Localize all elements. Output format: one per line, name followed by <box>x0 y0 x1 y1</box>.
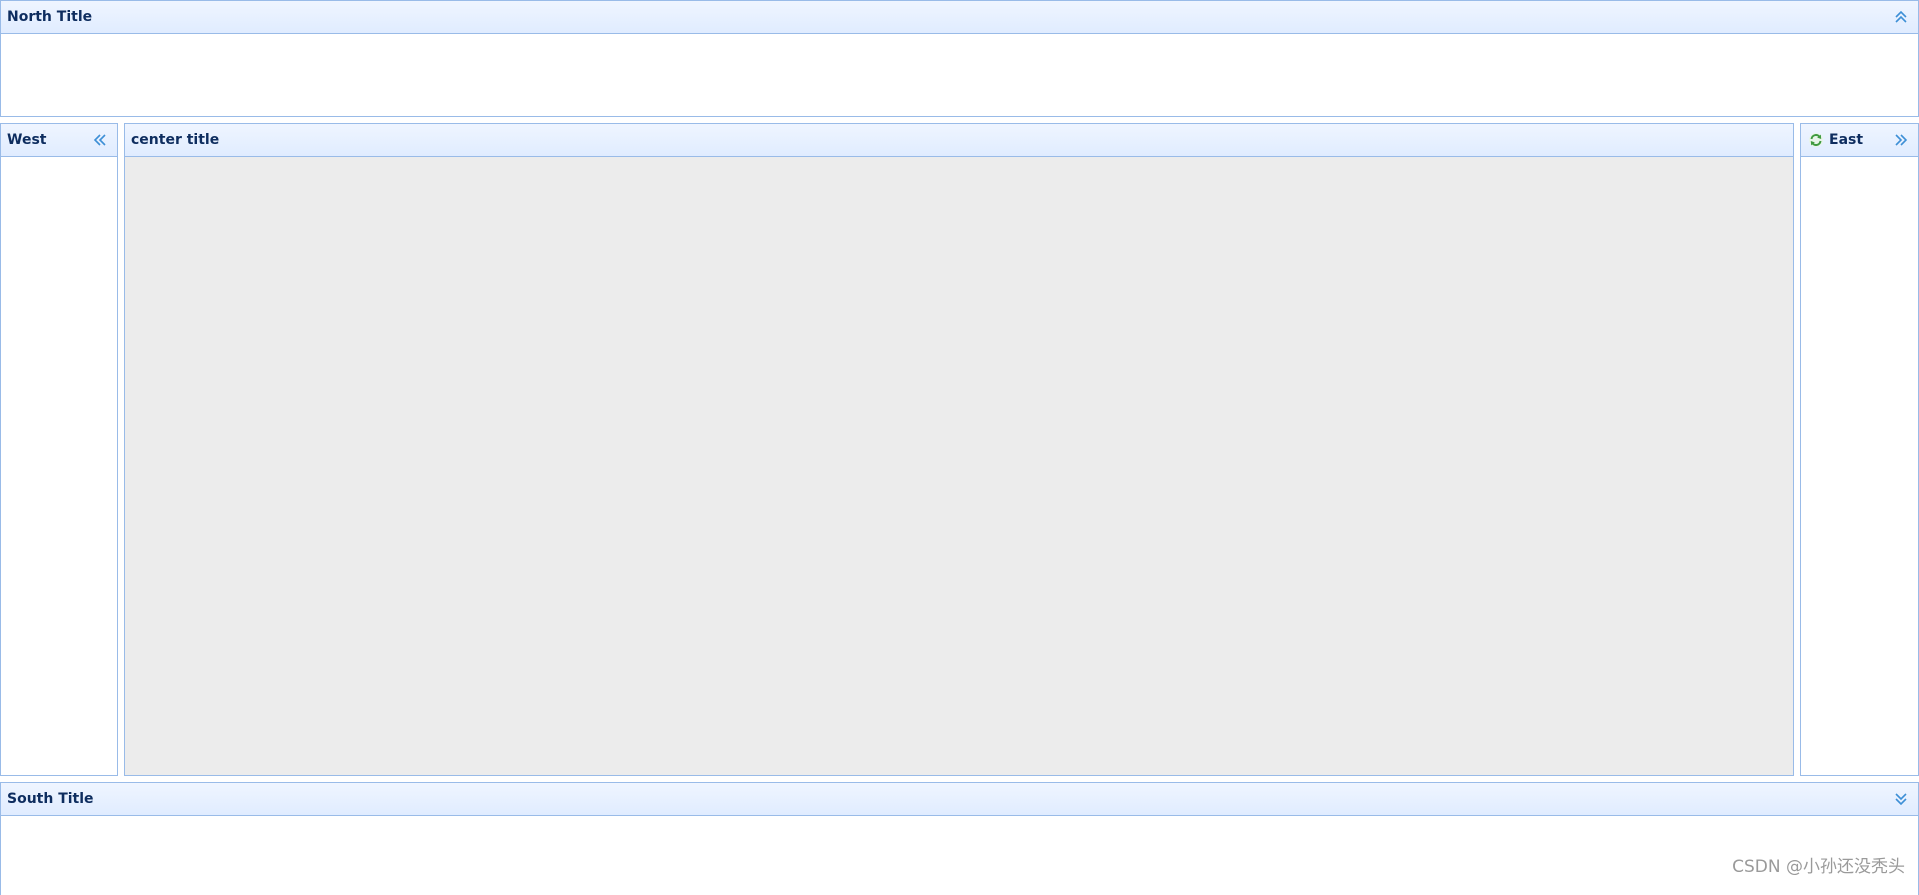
east-region: East <box>1800 123 1919 776</box>
south-header: South Title <box>1 783 1918 816</box>
east-body <box>1801 157 1918 775</box>
center-header: center title <box>125 124 1793 157</box>
collapse-right-icon[interactable] <box>1892 131 1910 149</box>
center-body <box>125 157 1793 775</box>
refresh-icon <box>1807 131 1825 149</box>
collapse-down-icon[interactable] <box>1892 790 1910 808</box>
east-header: East <box>1801 124 1918 157</box>
north-body <box>1 34 1918 116</box>
west-header: West <box>1 124 117 157</box>
center-region: center title <box>124 123 1794 776</box>
east-title: East <box>1829 132 1864 148</box>
collapse-up-icon[interactable] <box>1892 8 1910 26</box>
north-header: North Title <box>1 1 1918 34</box>
collapse-left-icon[interactable] <box>91 131 109 149</box>
south-body <box>1 816 1918 895</box>
west-title: West <box>7 132 47 148</box>
west-body <box>1 157 117 775</box>
north-title: North Title <box>7 9 93 25</box>
center-title: center title <box>131 132 220 148</box>
south-title: South Title <box>7 791 94 807</box>
west-region: West <box>0 123 118 776</box>
north-region: North Title <box>0 0 1919 117</box>
watermark: CSDN @小孙还没秃头 <box>1732 857 1905 877</box>
south-region: South Title <box>0 782 1919 895</box>
